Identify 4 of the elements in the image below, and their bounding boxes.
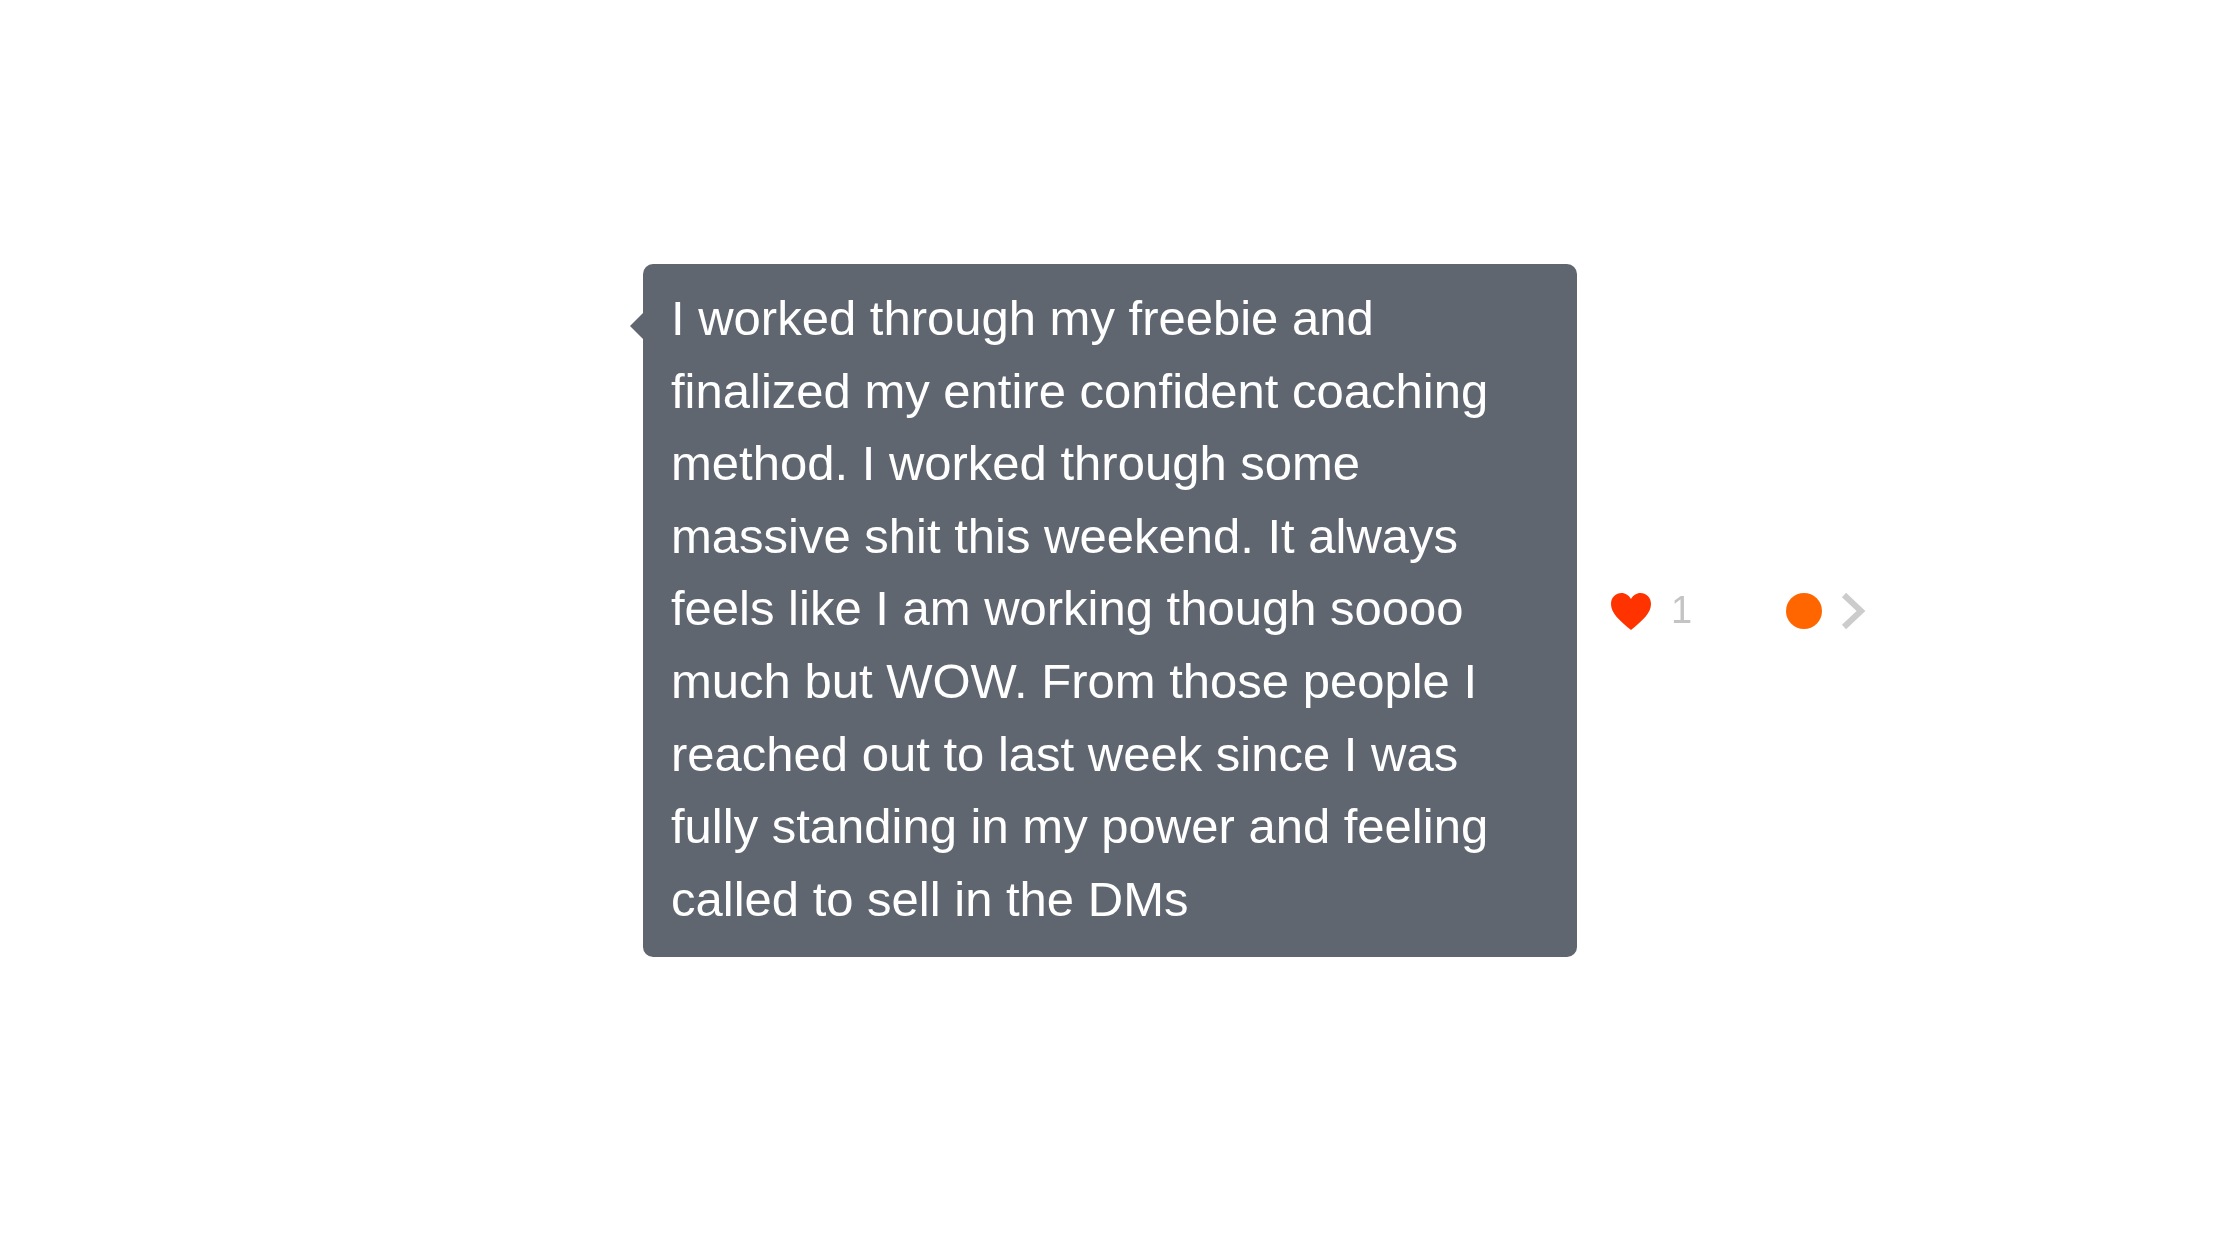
dot-icon: [1786, 592, 1823, 629]
heart-icon[interactable]: [1609, 590, 1653, 631]
like-count: 1: [1671, 589, 1693, 633]
message-text: I worked through my freebie and finalized my entire confident coaching method. I worked through some massive shit this weekend. It always feels like I am working though soooo much but WOW. From those people I reached out to last week since I was fully standing in my power and feeling called to sell in the DMs: [671, 290, 1490, 928]
